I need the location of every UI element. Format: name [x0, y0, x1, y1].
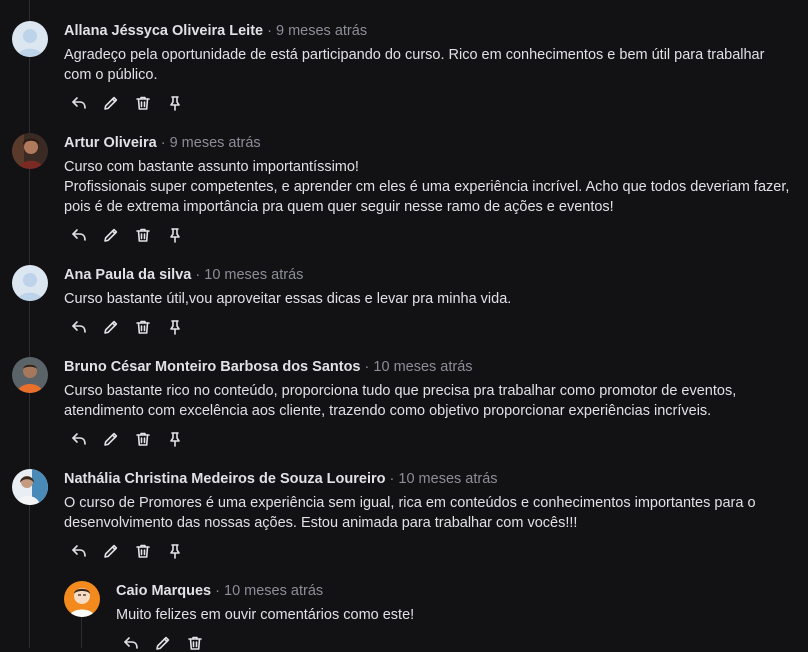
comment-author[interactable]: Ana Paula da silva — [64, 267, 191, 283]
meta-separator: · — [267, 23, 272, 39]
pin-icon — [170, 320, 180, 335]
pin-icon — [170, 96, 180, 111]
comment-line: Profissionais super competentes, e apren… — [64, 179, 790, 215]
edit-button[interactable] — [154, 634, 172, 652]
pin-icon — [170, 544, 180, 559]
comment-author[interactable]: Allana Jéssyca Oliveira Leite — [64, 23, 263, 39]
delete-button[interactable] — [134, 94, 152, 112]
meta-separator: · — [389, 471, 395, 487]
comment-text: Agradeço pela oportunidade de está parti… — [64, 45, 794, 85]
reply-button[interactable] — [70, 318, 88, 336]
comment-time: 10 meses atrás — [224, 583, 324, 599]
comment-line: Muito felizes em ouvir comentários como … — [116, 607, 415, 623]
trash-icon — [136, 96, 150, 110]
comment-text: Curso bastante rico no conteúdo, proporc… — [64, 381, 794, 421]
comment-meta: Nathália Christina Medeiros de Souza Lou… — [64, 469, 498, 489]
reply-icon — [72, 321, 86, 333]
delete-button[interactable] — [134, 542, 152, 560]
pin-button[interactable] — [166, 94, 184, 112]
comment-text: Curso com bastante assunto importantíssi… — [64, 157, 794, 217]
edit-button[interactable] — [102, 542, 120, 560]
avatar-default[interactable] — [12, 265, 48, 301]
comment-actions — [122, 634, 204, 652]
comment-time: 9 meses atrás — [169, 135, 261, 151]
comment-author[interactable]: Artur Oliveira — [64, 135, 157, 151]
trash-icon — [136, 432, 150, 446]
reply-button[interactable] — [70, 94, 88, 112]
pin-button[interactable] — [166, 226, 184, 244]
meta-separator: · — [160, 135, 166, 151]
reply-thread-line — [81, 612, 82, 648]
thread-line — [29, 0, 30, 648]
pin-icon — [170, 432, 180, 447]
avatar-default[interactable] — [12, 21, 48, 57]
comment-actions — [70, 94, 184, 112]
comment-time: 10 meses atrás — [204, 267, 304, 283]
trash-icon — [136, 544, 150, 558]
reply-icon — [72, 433, 86, 445]
pin-icon — [170, 228, 180, 243]
comment-author[interactable]: Nathália Christina Medeiros de Souza Lou… — [64, 471, 385, 487]
comment-time: 9 meses atrás — [276, 23, 368, 39]
comment-line: Curso bastante útil,vou aproveitar essas… — [64, 291, 512, 307]
edit-button[interactable] — [102, 94, 120, 112]
comment-line: Curso com bastante assunto importantíssi… — [64, 159, 359, 175]
trash-icon — [136, 228, 150, 242]
pin-button[interactable] — [166, 542, 184, 560]
comment-line: Agradeço pela oportunidade de está parti… — [64, 47, 765, 83]
edit-button[interactable] — [102, 226, 120, 244]
meta-separator: · — [364, 359, 370, 375]
trash-icon — [136, 320, 150, 334]
avatar-photo[interactable] — [12, 469, 48, 505]
comment-time: 10 meses atrás — [373, 359, 473, 375]
pin-button[interactable] — [166, 318, 184, 336]
comment-text: O curso de Promores é uma experiência se… — [64, 493, 794, 533]
reply-icon — [72, 229, 86, 241]
comment-author[interactable]: Caio Marques — [116, 583, 211, 599]
delete-button[interactable] — [186, 634, 204, 652]
comment-meta: Ana Paula da silva · 10 meses atrás — [64, 265, 303, 285]
comment-actions — [70, 542, 184, 560]
reply-button[interactable] — [122, 634, 140, 652]
reply-icon — [124, 637, 138, 649]
avatar-photo[interactable] — [12, 357, 48, 393]
avatar-photo[interactable] — [12, 133, 48, 169]
pencil-icon — [104, 228, 118, 242]
reply-button[interactable] — [70, 430, 88, 448]
meta-separator: · — [215, 583, 220, 599]
meta-separator: · — [195, 267, 201, 283]
comment-actions — [70, 226, 184, 244]
pencil-icon — [156, 636, 170, 650]
reply-button[interactable] — [70, 226, 88, 244]
comment-actions — [70, 430, 184, 448]
reply-icon — [72, 545, 86, 557]
pencil-icon — [104, 320, 118, 334]
comment-time: 10 meses atrás — [398, 471, 498, 487]
delete-button[interactable] — [134, 226, 152, 244]
trash-icon — [188, 636, 202, 650]
delete-button[interactable] — [134, 430, 152, 448]
edit-button[interactable] — [102, 318, 120, 336]
reply-button[interactable] — [70, 542, 88, 560]
pencil-icon — [104, 544, 118, 558]
comment-actions — [70, 318, 184, 336]
pin-button[interactable] — [166, 430, 184, 448]
edit-button[interactable] — [102, 430, 120, 448]
comment-line: Curso bastante rico no conteúdo, proporc… — [64, 383, 737, 419]
reply-icon — [72, 97, 86, 109]
avatar-photo[interactable] — [64, 581, 100, 617]
comment-meta: Caio Marques · 10 meses atrás — [116, 581, 323, 601]
delete-button[interactable] — [134, 318, 152, 336]
comment-meta: Allana Jéssyca Oliveira Leite · 9 meses … — [64, 21, 367, 41]
comment-author[interactable]: Bruno César Monteiro Barbosa dos Santos — [64, 359, 361, 375]
pencil-icon — [104, 432, 118, 446]
pencil-icon — [104, 96, 118, 110]
comment-meta: Bruno César Monteiro Barbosa dos Santos … — [64, 357, 473, 377]
comment-line: O curso de Promores é uma experiência se… — [64, 495, 756, 531]
comment-meta: Artur Oliveira · 9 meses atrás — [64, 133, 261, 153]
comment-text: Muito felizes em ouvir comentários como … — [116, 605, 808, 625]
comment-text: Curso bastante útil,vou aproveitar essas… — [64, 289, 794, 309]
